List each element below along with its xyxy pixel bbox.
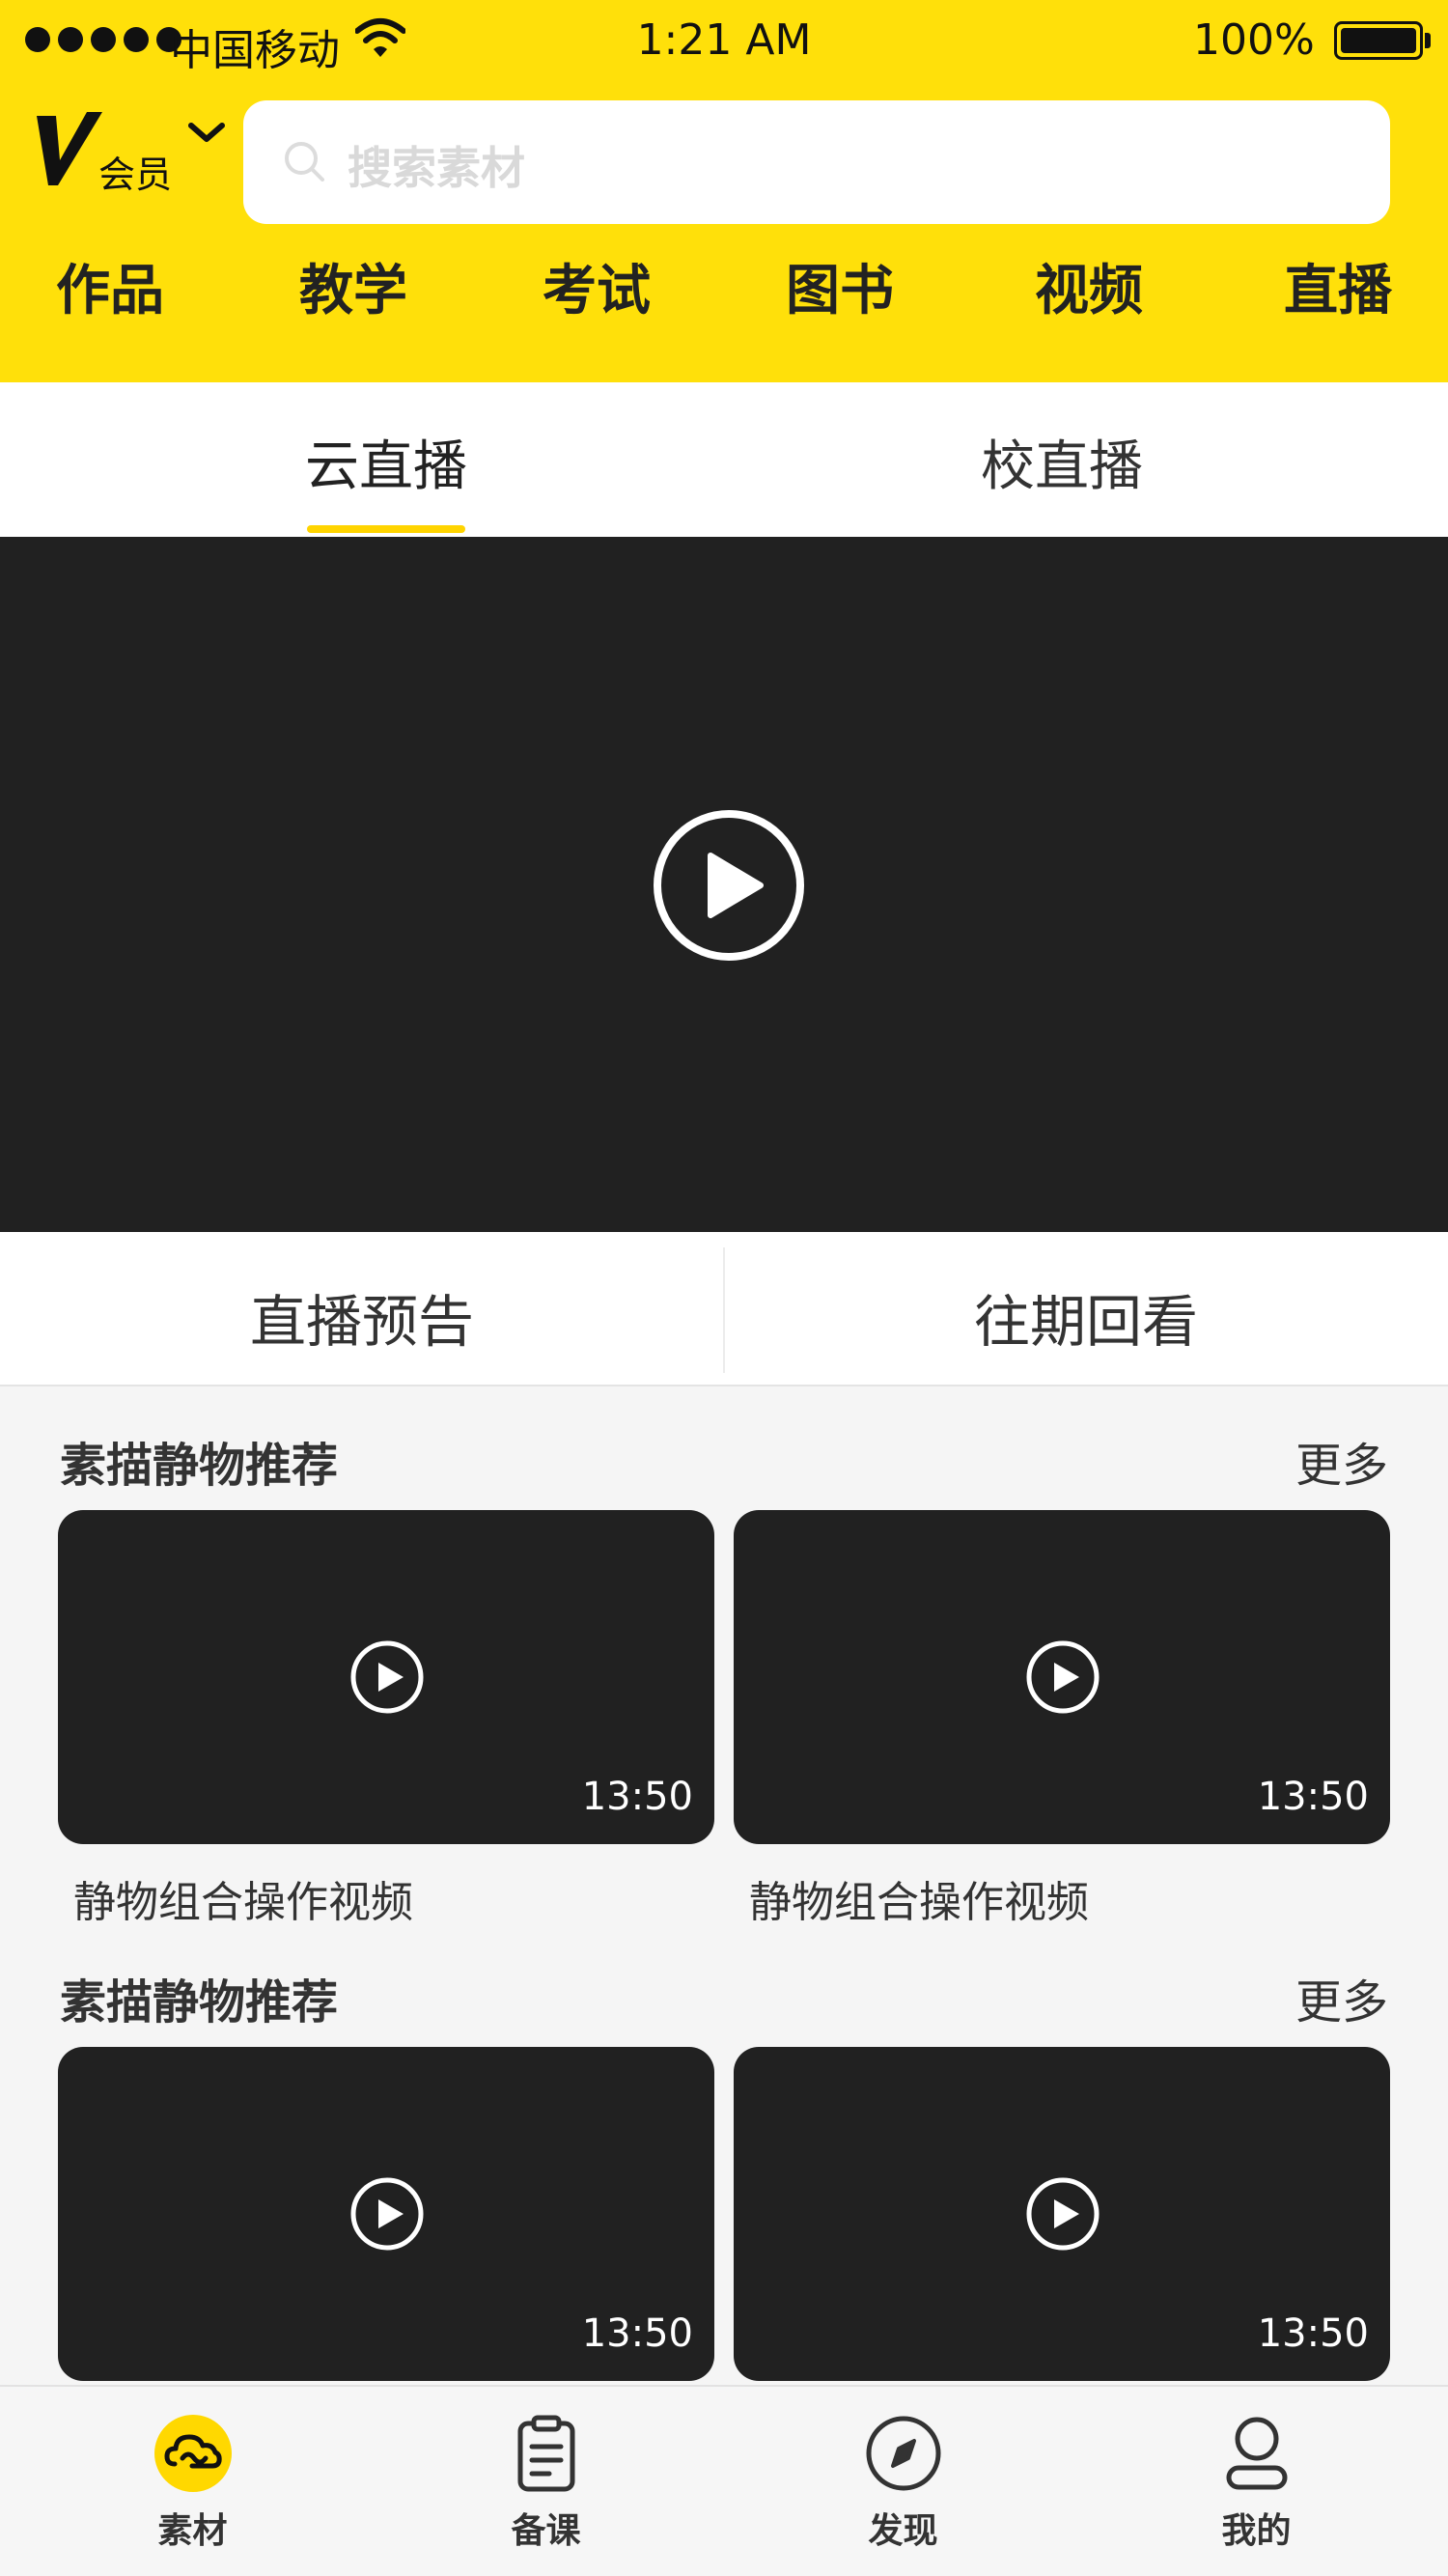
status-bar: 中国移动 1:21 AM 100% <box>0 0 1448 85</box>
member-switcher[interactable]: 会员 <box>35 110 228 197</box>
category-tabs: 作品 教学 考试 图书 视频 直播 <box>0 247 1448 344</box>
vip-logo-icon <box>37 112 102 185</box>
tabbar-item-discover[interactable]: 发现 <box>722 2387 1084 2576</box>
cloud-icon <box>154 2415 232 2492</box>
tab-cloud-live[interactable]: 云直播 <box>193 423 579 501</box>
user-icon <box>1226 2417 1288 2490</box>
video-card[interactable]: 13:50 <box>734 1510 1390 1844</box>
battery-percent: 100% <box>1193 15 1315 65</box>
tabbar-label: 发现 <box>868 2511 938 2551</box>
bottom-tab-bar: 素材 备课 发现 我的 <box>0 2385 1448 2576</box>
member-label: 会员 <box>98 154 173 196</box>
live-sub-tabs: 云直播 校直播 <box>0 382 1448 537</box>
tabbar-label: 备课 <box>511 2511 581 2551</box>
tabbar-item-mine[interactable]: 我的 <box>1075 2387 1437 2576</box>
tab-teaching[interactable]: 教学 <box>237 247 469 325</box>
tabbar-item-materials[interactable]: 素材 <box>12 2387 374 2576</box>
play-icon <box>1026 2177 1100 2251</box>
tab-exam[interactable]: 考试 <box>481 247 712 325</box>
section-title: 素描静物推荐 <box>60 1439 339 1493</box>
play-icon <box>1026 1640 1100 1714</box>
section-title: 素描静物推荐 <box>60 1975 339 2030</box>
video-caption[interactable]: 静物组合操作视频 <box>73 1867 413 1929</box>
video-caption[interactable]: 静物组合操作视频 <box>749 1867 1089 1929</box>
more-link[interactable]: 更多 <box>1295 1964 1388 2031</box>
active-tab-indicator <box>307 525 465 533</box>
tab-books[interactable]: 图书 <box>724 247 956 325</box>
video-card[interactable]: 13:50 <box>58 2047 714 2381</box>
search-placeholder: 搜索素材 <box>348 142 525 194</box>
live-preview-button[interactable]: 直播预告 <box>0 1276 724 1358</box>
tabbar-label: 我的 <box>1221 2511 1292 2551</box>
video-duration: 13:50 <box>581 1775 693 1819</box>
video-card[interactable]: 13:50 <box>734 2047 1390 2381</box>
search-icon <box>285 142 324 182</box>
live-video-player[interactable] <box>0 537 1448 1232</box>
tab-live[interactable]: 直播 <box>1222 247 1448 325</box>
video-duration: 13:50 <box>1257 2311 1369 2356</box>
video-card[interactable]: 13:50 <box>58 1510 714 1844</box>
play-icon[interactable] <box>653 809 805 962</box>
video-duration: 13:50 <box>581 2311 693 2356</box>
compass-icon <box>866 2416 941 2491</box>
clipboard-icon <box>517 2415 575 2492</box>
live-segment-control: 直播预告 往期回看 <box>0 1232 1448 1386</box>
tab-works[interactable]: 作品 <box>0 247 226 325</box>
chevron-down-icon <box>188 123 225 142</box>
tab-school-live[interactable]: 校直播 <box>869 423 1255 501</box>
tab-video[interactable]: 视频 <box>973 247 1205 325</box>
search-input[interactable]: 搜索素材 <box>243 100 1390 224</box>
video-duration: 13:50 <box>1257 1775 1369 1819</box>
battery-icon <box>1334 21 1423 60</box>
app-header: 中国移动 1:21 AM 100% 会员 搜索素材 作品 教学 考试 图书 视频 <box>0 0 1448 382</box>
past-replay-button[interactable]: 往期回看 <box>724 1276 1448 1358</box>
tabbar-item-lesson-prep[interactable]: 备课 <box>365 2387 727 2576</box>
play-icon <box>350 1640 424 1714</box>
more-link[interactable]: 更多 <box>1295 1427 1388 1495</box>
tabbar-label: 素材 <box>157 2511 228 2551</box>
play-icon <box>350 2177 424 2251</box>
